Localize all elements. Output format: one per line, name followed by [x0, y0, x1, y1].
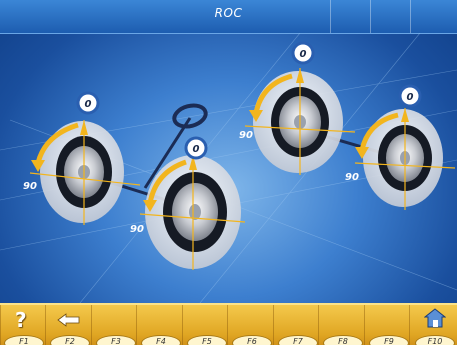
- function-key-f8[interactable]: F8: [318, 305, 365, 345]
- function-key-label: F8: [323, 335, 363, 345]
- wheel-camber-value: 90: [345, 172, 359, 183]
- function-key-bar: ? F1 F2 F3 F4 F5 F6 F7 F8 F9 F10: [0, 303, 457, 345]
- function-key-label: F5: [187, 335, 227, 345]
- steering-wheel-icon: [172, 103, 208, 129]
- function-key-label: F6: [232, 335, 272, 345]
- wheel-front-left: 0 90: [23, 91, 141, 225]
- function-key-f6[interactable]: F6: [227, 305, 274, 345]
- home-icon: [424, 308, 446, 328]
- function-key-label: F9: [369, 335, 409, 345]
- function-key-f7[interactable]: F7: [273, 305, 319, 345]
- function-key-f4[interactable]: F4: [136, 305, 183, 345]
- back-button[interactable]: F2: [45, 305, 92, 345]
- function-key-f9[interactable]: F9: [364, 305, 410, 345]
- page-title: ROC: [214, 6, 243, 20]
- help-button[interactable]: ? F1: [0, 305, 46, 345]
- function-key-label: F7: [278, 335, 318, 345]
- wheel-camber-value: 90: [23, 181, 37, 192]
- help-icon: ?: [15, 308, 27, 332]
- function-key-label: F2: [50, 335, 90, 345]
- home-button[interactable]: F10: [409, 305, 457, 345]
- function-key-f3[interactable]: F3: [91, 305, 137, 345]
- function-key-f5[interactable]: F5: [182, 305, 228, 345]
- arrow-left-icon: [57, 313, 80, 327]
- wheel-scene: 0 90 0 90 0 90 0 90: [0, 33, 457, 303]
- wheel-toe-value: 0: [300, 49, 307, 60]
- wheel-toe-value: 0: [407, 92, 414, 103]
- wheel-front-right: 0 90: [130, 136, 246, 270]
- wheel-toe-value: 0: [85, 99, 92, 110]
- wheel-camber-value: 90: [239, 130, 253, 141]
- wheel-camber-value: 90: [130, 224, 144, 235]
- title-bar: ROC: [0, 0, 457, 34]
- function-key-label: F3: [96, 335, 136, 345]
- wheel-toe-value: 0: [193, 144, 200, 155]
- function-key-label: F10: [415, 335, 455, 345]
- function-key-label: F4: [141, 335, 181, 345]
- wheel-rear-left: 0 90: [239, 41, 356, 175]
- alignment-screen: ROC 0 90 0 90 0 90 0 90 ? F1 F2 F3 F4 F5…: [0, 0, 457, 345]
- function-key-label: F1: [4, 335, 44, 345]
